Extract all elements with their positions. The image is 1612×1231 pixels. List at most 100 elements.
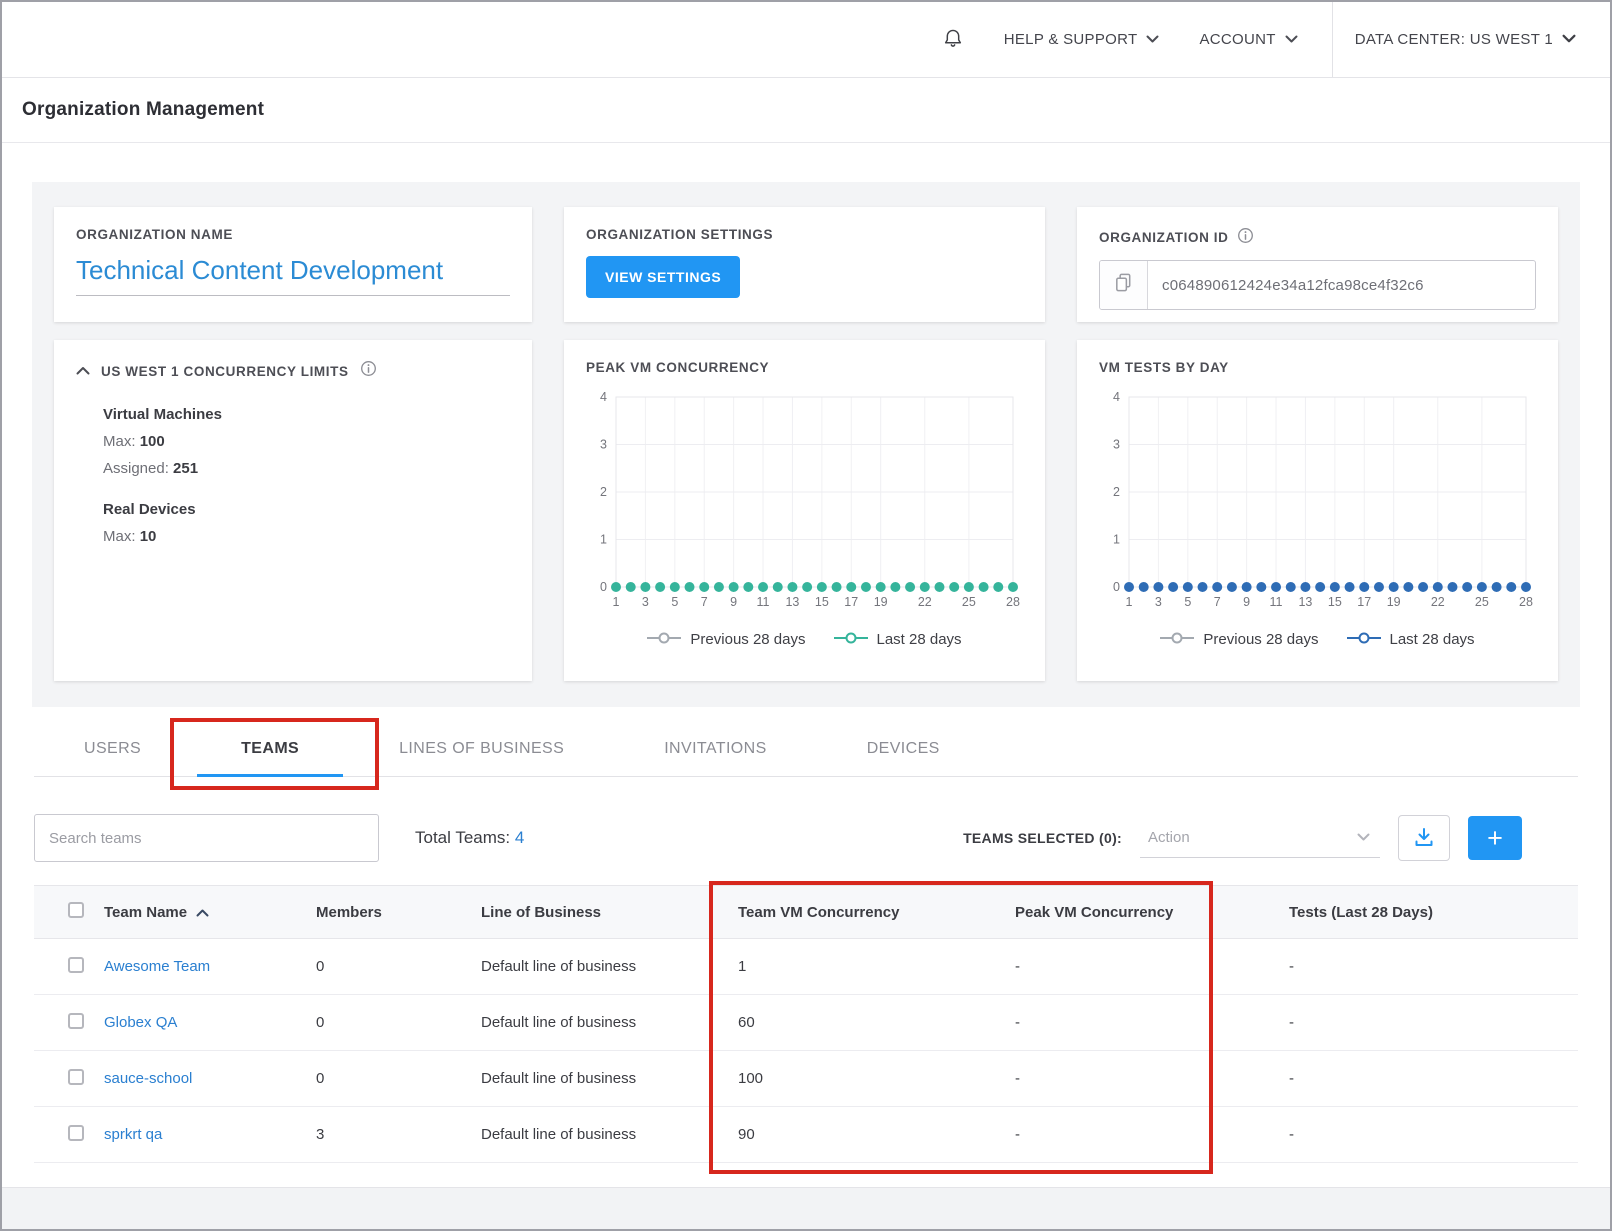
- peak-vm-concurrency-cell: -: [1015, 1014, 1289, 1031]
- row-checkbox[interactable]: [68, 1125, 84, 1141]
- svg-text:9: 9: [730, 595, 737, 609]
- peak-vm-concurrency-cell: -: [1015, 958, 1289, 975]
- page-title: Organization Management: [22, 99, 264, 121]
- svg-text:7: 7: [1214, 595, 1221, 609]
- table-row: Awesome Team 0 Default line of business …: [34, 939, 1578, 995]
- copy-button[interactable]: [1100, 261, 1148, 309]
- svg-text:5: 5: [671, 595, 678, 609]
- tab-teams[interactable]: TEAMS: [191, 721, 349, 776]
- svg-text:1: 1: [1113, 533, 1120, 547]
- chart-legend: Previous 28 days Last 28 days: [586, 631, 1023, 648]
- organization-name-value[interactable]: Technical Content Development: [76, 255, 510, 296]
- tests-cell: -: [1289, 1070, 1578, 1087]
- organization-id-value[interactable]: c064890612424e34a12fca98ce4f32c6: [1148, 277, 1424, 294]
- help-support-label: HELP & SUPPORT: [1004, 31, 1138, 48]
- concurrency-limits-title: US WEST 1 CONCURRENCY LIMITS: [101, 364, 349, 379]
- info-icon[interactable]: [1237, 227, 1254, 247]
- organization-settings-card: ORGANIZATION SETTINGS VIEW SETTINGS: [564, 207, 1045, 322]
- svg-text:22: 22: [1431, 595, 1445, 609]
- organization-name-card: ORGANIZATION NAME Technical Content Deve…: [54, 207, 532, 322]
- select-all-checkbox[interactable]: [68, 902, 84, 918]
- header-line-of-business[interactable]: Line of Business: [481, 904, 738, 921]
- row-checkbox[interactable]: [68, 1013, 84, 1029]
- tab-devices[interactable]: DEVICES: [817, 721, 990, 776]
- svg-text:11: 11: [1270, 595, 1283, 609]
- svg-text:3: 3: [642, 595, 649, 609]
- svg-text:25: 25: [1475, 595, 1489, 609]
- header-peak-vm-concurrency[interactable]: Peak VM Concurrency: [1015, 904, 1289, 921]
- tests-cell: -: [1289, 1014, 1578, 1031]
- add-team-button[interactable]: +: [1468, 816, 1522, 860]
- download-teams-button[interactable]: [1398, 815, 1450, 861]
- row-checkbox[interactable]: [68, 1069, 84, 1085]
- total-teams-label: Total Teams:: [415, 828, 510, 847]
- row-checkbox[interactable]: [68, 957, 84, 973]
- team-vm-concurrency-cell: 90: [738, 1126, 1015, 1143]
- tab-invitations[interactable]: INVITATIONS: [614, 721, 816, 776]
- collapse-chevron-up-icon[interactable]: [76, 362, 90, 380]
- vm-max-row: Max: 100: [103, 433, 510, 450]
- previous-series-marker-icon: [1160, 631, 1194, 648]
- help-support-menu[interactable]: HELP & SUPPORT: [1004, 2, 1160, 77]
- header-team-vm-concurrency[interactable]: Team VM Concurrency: [738, 904, 1015, 921]
- datacenter-menu[interactable]: DATA CENTER: US WEST 1: [1333, 2, 1576, 77]
- page-title-bar: Organization Management: [2, 78, 1610, 143]
- header-team-name[interactable]: Team Name: [104, 904, 316, 921]
- search-teams-input[interactable]: [34, 814, 379, 862]
- legend-label: Last 28 days: [877, 631, 962, 648]
- action-dropdown[interactable]: Action: [1140, 818, 1380, 858]
- organization-id-card: ORGANIZATION ID c064890612424e34a12fca98…: [1077, 207, 1558, 322]
- svg-text:19: 19: [874, 595, 888, 609]
- svg-text:1: 1: [1126, 595, 1133, 609]
- team-name-link[interactable]: Globex QA: [104, 1014, 177, 1031]
- action-dropdown-value: Action: [1148, 829, 1190, 846]
- tab-users[interactable]: USERS: [34, 721, 191, 776]
- team-name-link[interactable]: Awesome Team: [104, 958, 210, 975]
- line-of-business-cell: Default line of business: [481, 958, 738, 975]
- tab-bar: USERS TEAMS LINES OF BUSINESS INVITATION…: [34, 721, 1578, 777]
- legend-item-last[interactable]: Last 28 days: [1347, 631, 1475, 648]
- legend-item-last[interactable]: Last 28 days: [834, 631, 962, 648]
- svg-text:15: 15: [1328, 595, 1342, 609]
- svg-text:17: 17: [1357, 595, 1371, 609]
- real-devices-heading: Real Devices: [103, 501, 510, 518]
- info-icon[interactable]: [360, 360, 377, 382]
- peak-vm-concurrency-title: PEAK VM CONCURRENCY: [586, 360, 1023, 375]
- view-settings-button[interactable]: VIEW SETTINGS: [586, 256, 740, 298]
- team-vm-concurrency-cell: 60: [738, 1014, 1015, 1031]
- total-teams-value: 4: [515, 828, 524, 847]
- legend-label: Previous 28 days: [1203, 631, 1318, 648]
- last-series-marker-icon: [834, 631, 868, 648]
- tab-lines-of-business[interactable]: LINES OF BUSINESS: [349, 721, 614, 776]
- teams-selected-label: TEAMS SELECTED (0):: [963, 830, 1122, 846]
- table-header-row: Team Name Members Line of Business Team …: [34, 885, 1578, 939]
- line-of-business-cell: Default line of business: [481, 1070, 738, 1087]
- line-of-business-cell: Default line of business: [481, 1126, 738, 1143]
- sort-ascending-icon: [196, 904, 209, 921]
- team-name-link[interactable]: sauce-school: [104, 1070, 192, 1087]
- chevron-down-icon: [1285, 31, 1298, 48]
- team-vm-concurrency-cell: 100: [738, 1070, 1015, 1087]
- legend-item-previous[interactable]: Previous 28 days: [1160, 631, 1318, 648]
- svg-text:4: 4: [600, 390, 607, 404]
- legend-item-previous[interactable]: Previous 28 days: [647, 631, 805, 648]
- svg-text:3: 3: [1113, 438, 1120, 452]
- svg-text:1: 1: [600, 533, 607, 547]
- organization-management-page: HELP & SUPPORT ACCOUNT DATA CENTER: US W…: [0, 0, 1612, 1231]
- svg-text:0: 0: [1113, 580, 1120, 594]
- tests-cell: -: [1289, 958, 1578, 975]
- chevron-down-icon: [1562, 31, 1576, 48]
- concurrency-limits-card: US WEST 1 CONCURRENCY LIMITS Virtual Mac…: [54, 340, 532, 681]
- org-summary-panel: ORGANIZATION NAME Technical Content Deve…: [32, 182, 1580, 707]
- header-tests-last-28-days[interactable]: Tests (Last 28 Days): [1289, 904, 1578, 921]
- notifications-bell-button[interactable]: [942, 27, 964, 53]
- header-members[interactable]: Members: [316, 904, 481, 921]
- team-vm-concurrency-cell: 1: [738, 958, 1015, 975]
- svg-text:2: 2: [600, 485, 607, 499]
- svg-text:1: 1: [613, 595, 620, 609]
- account-menu[interactable]: ACCOUNT: [1199, 2, 1297, 77]
- svg-text:4: 4: [1113, 390, 1120, 404]
- table-body: Awesome Team 0 Default line of business …: [34, 939, 1578, 1163]
- team-name-link[interactable]: sprkrt qa: [104, 1126, 162, 1143]
- svg-text:11: 11: [757, 595, 770, 609]
